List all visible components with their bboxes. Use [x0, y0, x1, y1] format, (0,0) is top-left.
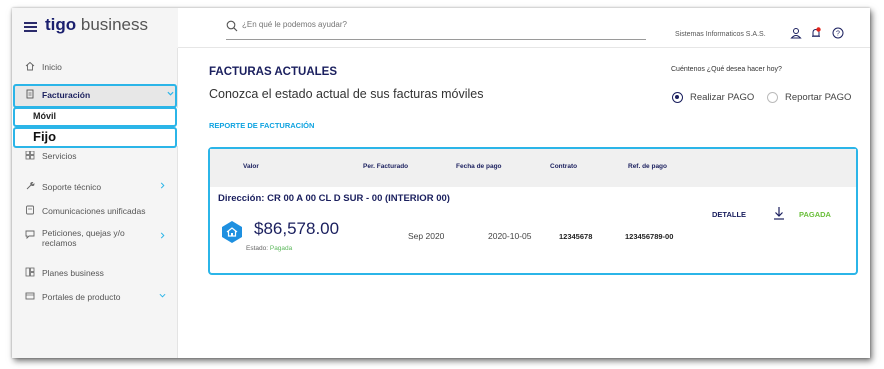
plans-icon	[25, 267, 35, 277]
grid-icon	[25, 151, 35, 160]
reportar-pago-radio[interactable]	[767, 92, 778, 103]
sidebar-item-label: Comunicaciones unificadas	[42, 206, 146, 216]
home-icon	[25, 61, 35, 71]
action-question: Cuéntenos ¿Qué desea hacer hoy?	[671, 66, 782, 73]
logo-suffix: business	[80, 15, 148, 34]
chat-icon	[26, 205, 34, 215]
sidebar-item-label: Portales de producto	[42, 292, 121, 302]
sidebar-item-peticiones[interactable]: Peticiones, quejas y/o reclamos	[12, 226, 178, 248]
tigo-business-logo[interactable]: tigo business	[45, 15, 148, 35]
invoice-pay-date: 2020-10-05	[488, 231, 532, 241]
sidebar-item-comunicaciones[interactable]: Comunicaciones unificadas	[12, 200, 178, 222]
chevron-right-icon	[160, 182, 165, 189]
chevron-down-icon	[159, 293, 166, 298]
page-subtitle: Conozca el estado actual de sus facturas…	[209, 87, 484, 101]
brand-area: tigo business	[12, 8, 178, 48]
house-icon	[222, 221, 242, 243]
header-fecha-pago: Fecha de pago	[456, 163, 502, 170]
sidebar-item-portales[interactable]: Portales de producto	[12, 286, 178, 308]
search-icon[interactable]	[226, 20, 238, 32]
reportar-pago-label[interactable]: Reportar PAGO	[785, 92, 851, 103]
sidebar-item-soporte[interactable]: Soporte técnico	[12, 176, 178, 198]
help-icon[interactable]: ?	[832, 27, 844, 39]
header-valor: Valor	[243, 163, 259, 170]
svg-text:?: ?	[836, 31, 840, 38]
search-bar	[226, 18, 646, 40]
sidebar-item-label: Planes business	[42, 268, 104, 278]
header-ref-pago: Ref. de pago	[628, 163, 668, 170]
realizar-pago-label[interactable]: Realizar PAGO	[690, 92, 754, 103]
download-icon[interactable]	[772, 206, 786, 220]
sidebar-item-label: Peticiones, quejas y/o reclamos	[42, 228, 125, 248]
fijo-highlight	[13, 127, 177, 148]
sidebar-item-label: Servicios	[42, 151, 77, 161]
invoice-amount: $86,578.00	[254, 219, 340, 238]
estado-label: Estado:	[246, 245, 269, 252]
header-periodo: Per. Facturado	[363, 163, 409, 170]
sidebar-item-label: Soporte técnico	[42, 182, 102, 192]
invoice-reference: 123456789-00	[625, 232, 674, 241]
page-title: FACTURAS ACTUALES	[209, 66, 337, 78]
estado-value: Pagada	[269, 245, 293, 252]
invoice-card: Valor Per. Facturado Fecha de pago Contr…	[208, 147, 858, 275]
sidebar-item-inicio[interactable]: Inicio	[12, 56, 178, 78]
sidebar-item-label: Inicio	[42, 62, 62, 72]
table-header: Valor Per. Facturado Fecha de pago Contr…	[210, 149, 856, 187]
main-content: FACTURAS ACTUALES Conozca el estado actu…	[178, 48, 870, 358]
sidebar-item-planes[interactable]: Planes business	[12, 262, 178, 284]
sidebar-item-servicios[interactable]: Servicios	[12, 151, 178, 165]
wrench-icon	[26, 182, 35, 190]
logo-brand: tigo	[45, 15, 77, 34]
header-contrato: Contrato	[550, 163, 578, 170]
hamburger-menu-icon[interactable]	[24, 22, 37, 32]
realizar-pago-radio[interactable]	[672, 92, 683, 103]
facturacion-highlight	[13, 84, 177, 108]
invoice-address: Dirección: CR 00 A 00 CL D SUR - 00 (INT…	[218, 193, 450, 204]
portal-icon	[25, 292, 35, 300]
invoice-status-line: Estado: Pagada	[246, 245, 292, 252]
message-icon	[25, 230, 35, 239]
search-input[interactable]	[242, 20, 642, 29]
detail-button[interactable]: DETALLE	[712, 210, 746, 219]
notifications-icon[interactable]	[810, 27, 822, 39]
chevron-right-icon	[160, 232, 165, 239]
sidebar: Inicio Facturación Móvil Fijo Servicios …	[12, 48, 178, 358]
billing-report-link[interactable]: REPORTE DE FACTURACIÓN	[209, 121, 314, 130]
user-icon[interactable]	[790, 27, 802, 39]
movil-highlight	[13, 107, 177, 127]
company-name: Sistemas Informaticos S.A.S.	[675, 31, 766, 38]
top-bar: tigo business Sistemas Informaticos S.A.…	[12, 8, 870, 48]
invoice-contract: 12345678	[559, 232, 593, 241]
status-badge: PAGADA	[799, 210, 831, 219]
invoice-period: Sep 2020	[408, 231, 445, 241]
app-window: tigo business Sistemas Informaticos S.A.…	[12, 8, 870, 358]
